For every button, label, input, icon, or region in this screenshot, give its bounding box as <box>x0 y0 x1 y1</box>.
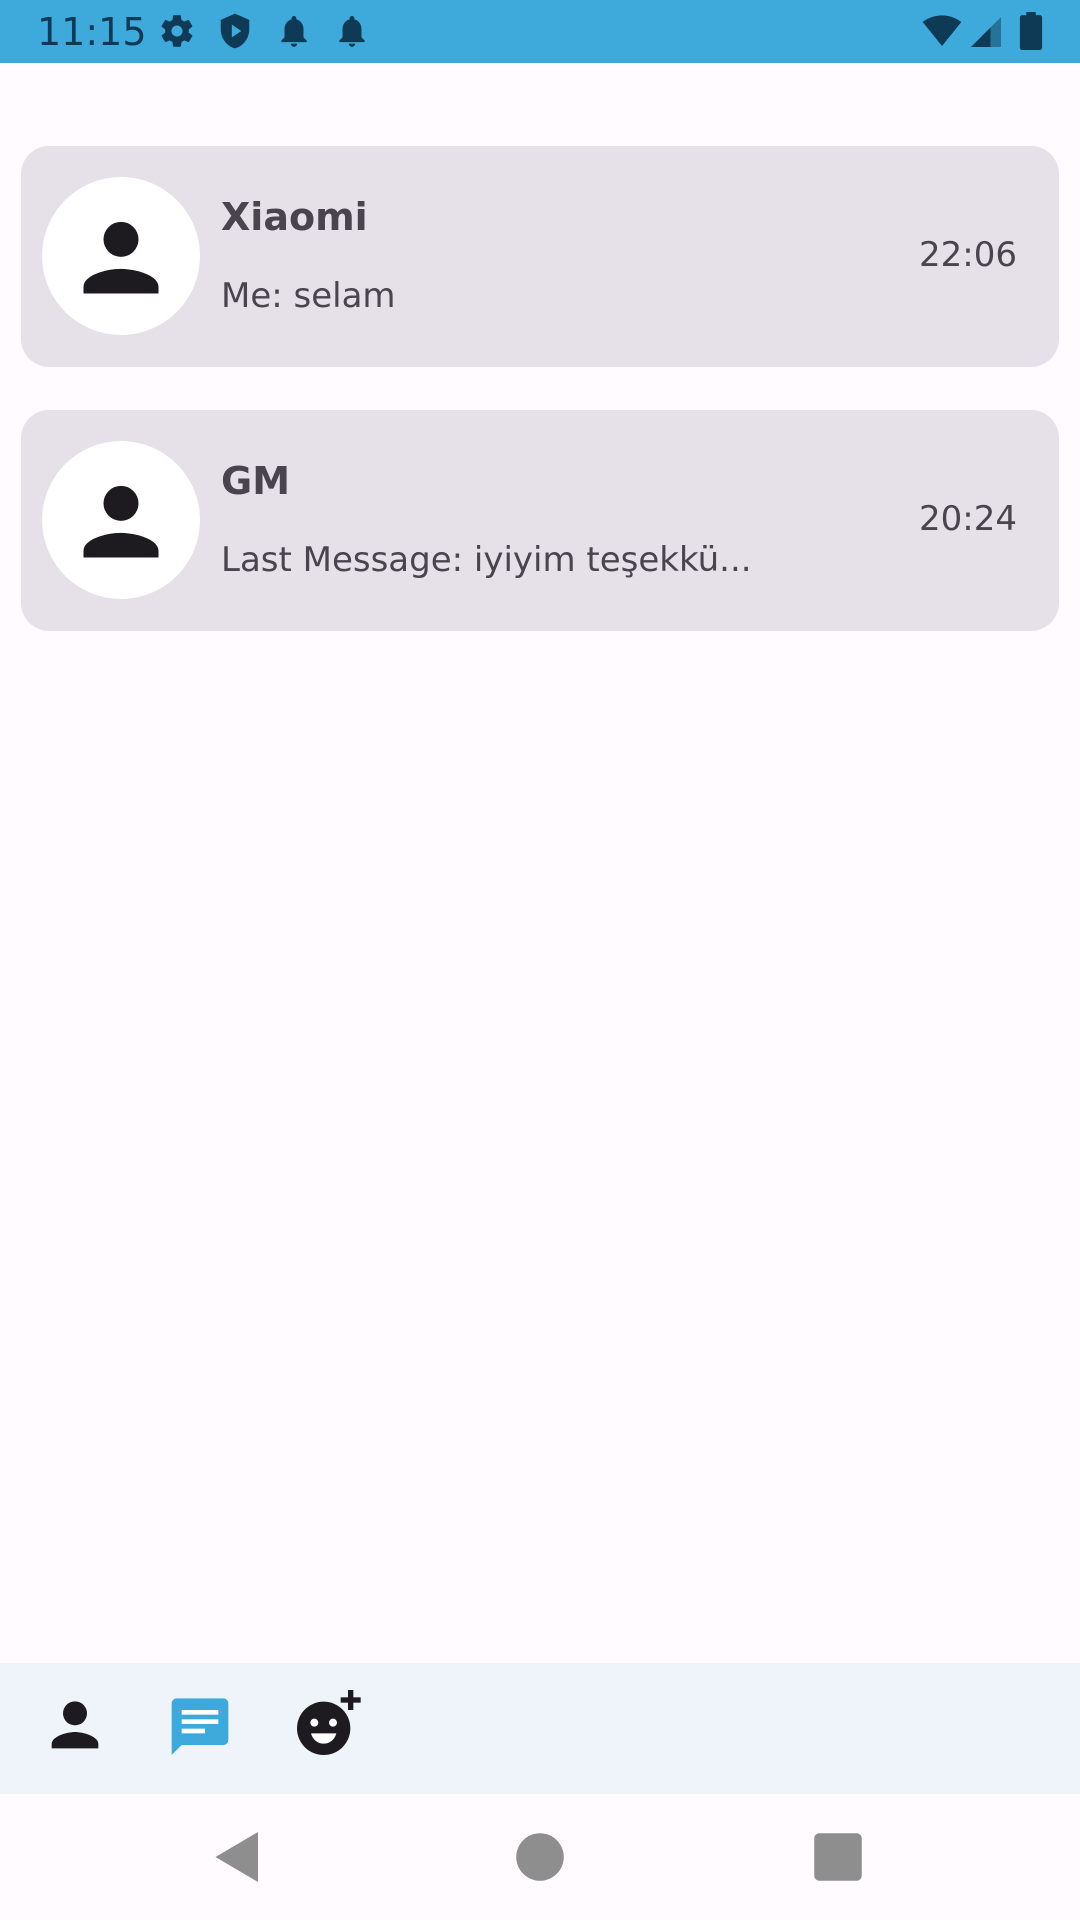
bottom-navigation <box>0 1663 1080 1794</box>
chat-name: Xiaomi <box>221 195 368 239</box>
avatar <box>42 177 200 335</box>
system-navigation-bar <box>0 1794 1080 1920</box>
add-friend-emoji-icon <box>297 1690 361 1755</box>
chat-last-message: Me: selam <box>221 276 396 316</box>
chat-last-message: Last Message: iyiyim teşekkü... <box>221 540 752 580</box>
chat-name: GM <box>221 459 291 503</box>
shield-play-icon <box>216 12 254 50</box>
status-time: 11:15 <box>37 10 147 54</box>
chat-item-xiaomi[interactable]: Xiaomi Me: selam 22:06 <box>21 146 1059 367</box>
chat-icon <box>171 1698 229 1755</box>
person-icon <box>83 485 159 558</box>
chat-item-gm[interactable]: GM Last Message: iyiyim teşekkü... 20:24 <box>21 410 1059 631</box>
nav-add-friend-button[interactable] <box>287 1685 367 1765</box>
home-icon[interactable] <box>510 1827 570 1887</box>
chat-time: 20:24 <box>919 499 1017 539</box>
recents-icon[interactable] <box>808 1827 868 1887</box>
nav-chats-button[interactable] <box>160 1685 240 1765</box>
nav-profile-button[interactable] <box>35 1685 115 1765</box>
person-icon <box>51 1701 99 1749</box>
notification-bell-icon <box>275 12 313 50</box>
chat-time: 22:06 <box>919 235 1017 275</box>
back-icon[interactable] <box>208 1827 268 1887</box>
wifi-icon <box>920 11 964 51</box>
notification-bell-icon <box>333 12 371 50</box>
status-bar: 11:15 <box>0 0 1080 63</box>
avatar <box>42 441 200 599</box>
battery-icon <box>1016 12 1046 50</box>
cellular-signal-icon <box>968 14 1004 50</box>
settings-icon <box>158 12 196 50</box>
person-icon <box>83 221 159 294</box>
